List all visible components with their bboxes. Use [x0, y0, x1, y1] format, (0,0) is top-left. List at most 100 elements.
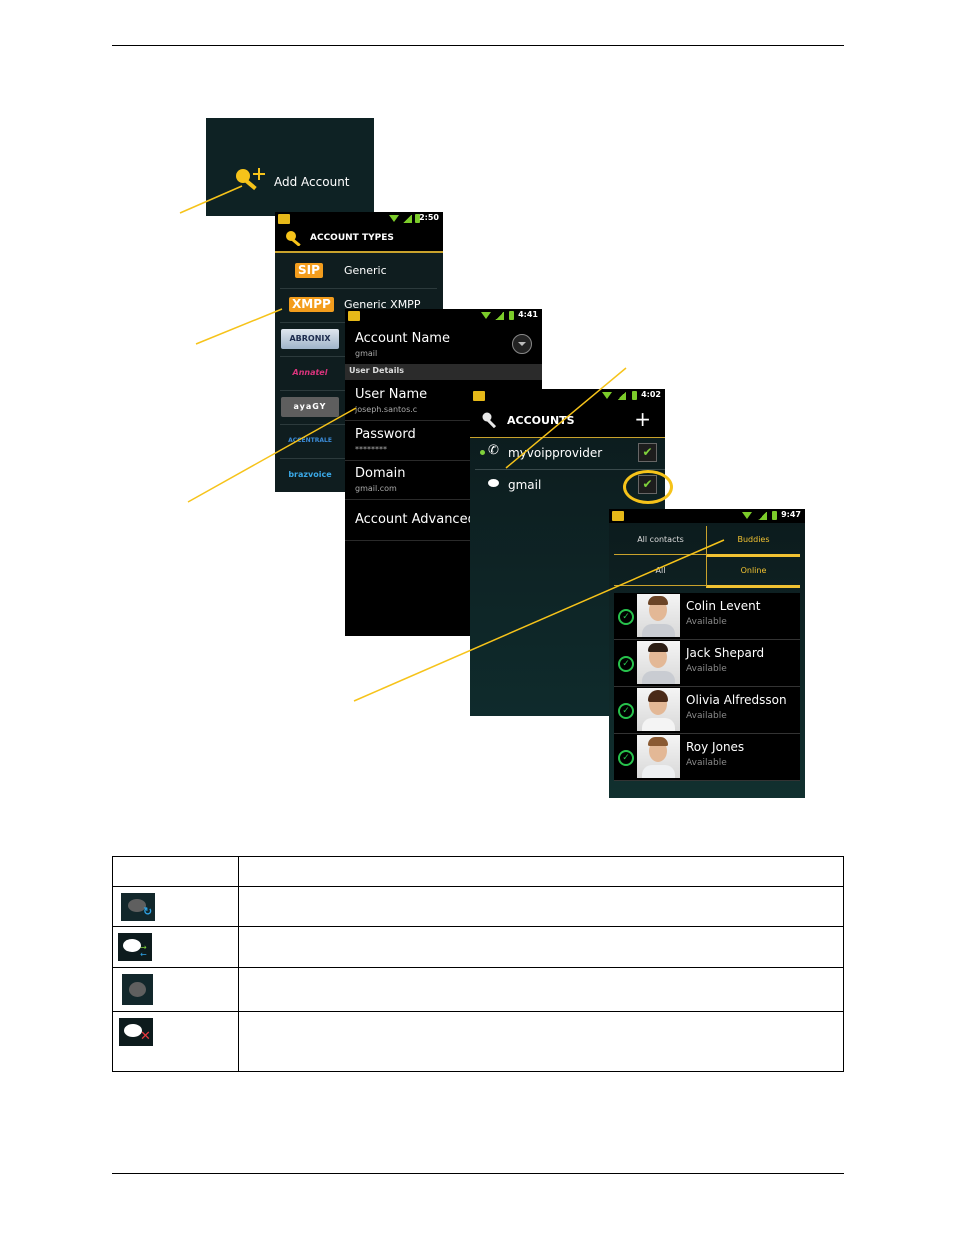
avatar	[637, 735, 680, 778]
account-name: myvoipprovider	[508, 446, 603, 460]
description-cell	[238, 926, 844, 968]
description-cell	[238, 886, 844, 927]
tab-buddies[interactable]: Buddies	[706, 526, 800, 557]
contact-name: Jack Shepard	[686, 646, 765, 660]
account-name: gmail	[508, 478, 542, 492]
phone-icon: ✆	[488, 443, 499, 458]
subtab-online[interactable]: Online	[706, 557, 800, 588]
chat-icon	[488, 479, 499, 487]
footer-rule	[112, 1173, 844, 1174]
icon-cell: ✕	[112, 1011, 239, 1072]
contact-row[interactable]: ✓ Olivia Alfredsson Available	[614, 687, 800, 734]
contact-row[interactable]: ✓ Roy Jones Available	[614, 734, 800, 781]
available-icon: ✓	[618, 703, 634, 719]
table-row: ✕	[112, 1011, 844, 1072]
contacts-panel: 9:47 All contacts Buddies All Online ✓ C…	[609, 509, 805, 798]
wifi-icon	[742, 512, 752, 519]
contact-status: Available	[686, 711, 727, 721]
app-icon	[278, 214, 290, 224]
contact-status: Available	[686, 758, 727, 768]
accounts-title: ACCOUNTS	[507, 414, 575, 427]
username-value: joseph.santos.c	[355, 405, 418, 414]
account-advanced-label: Account Advanced	[355, 512, 476, 527]
available-icon: ✓	[618, 750, 634, 766]
provider-logo: Annatel	[292, 368, 328, 377]
add-account-label[interactable]: Add Account	[274, 175, 350, 189]
description-cell	[238, 1011, 844, 1072]
contact-subtabs: All Online	[614, 557, 800, 588]
header-rule	[112, 45, 844, 46]
password-value: ********	[355, 445, 387, 454]
chat-syncing-icon: ↻	[121, 893, 155, 921]
app-icon	[612, 511, 624, 521]
domain-label: Domain	[355, 466, 406, 481]
icon-cell: → ←	[112, 926, 239, 968]
available-icon: ✓	[618, 609, 634, 625]
status-time: 9:47	[781, 510, 801, 519]
account-row-myvoipprovider[interactable]: ✆ myvoipprovider ✔	[475, 438, 665, 470]
status-bar: 4:02	[470, 389, 665, 403]
tab-all-contacts[interactable]: All contacts	[614, 526, 707, 555]
add-account-panel: Add Account	[206, 118, 374, 216]
avatar	[637, 688, 680, 731]
xmpp-badge: XMPP	[289, 297, 334, 312]
contact-status: Available	[686, 664, 727, 674]
account-name-value: gmail	[355, 349, 378, 358]
callout-line-xmpp	[195, 308, 283, 345]
signal-icon	[495, 312, 504, 320]
status-time: 4:41	[518, 310, 538, 319]
chat-connected-icon: → ←	[118, 933, 152, 961]
icon-cell: ↻	[112, 886, 239, 927]
contact-row[interactable]: ✓ Colin Levent Available	[614, 593, 800, 640]
contact-row[interactable]: ✓ Jack Shepard Available	[614, 640, 800, 687]
chat-disabled-icon	[122, 974, 153, 1005]
status-time: 4:02	[641, 390, 661, 399]
header-cell	[112, 856, 239, 887]
username-label: User Name	[355, 387, 428, 402]
app-icon	[348, 311, 360, 321]
provider-logo: ABRONIX	[281, 329, 339, 349]
sip-badge: SIP	[295, 263, 323, 278]
table-row: → ←	[112, 926, 844, 968]
app-icon	[473, 391, 485, 401]
account-type-sip[interactable]: SIP Generic	[280, 254, 437, 289]
signal-icon	[403, 215, 412, 223]
account-enabled-checkbox[interactable]: ✔	[638, 443, 657, 462]
table-row: ↻	[112, 886, 844, 927]
accounts-header: ACCOUNTS +	[470, 403, 665, 438]
domain-value: gmail.com	[355, 484, 397, 493]
available-icon: ✓	[618, 656, 634, 672]
contact-name: Roy Jones	[686, 740, 745, 754]
account-types-header: ACCOUNT TYPES	[275, 226, 443, 253]
key-icon	[286, 231, 301, 246]
signal-icon	[758, 512, 767, 520]
chat-error-icon: ✕	[119, 1018, 153, 1046]
avatar	[637, 641, 680, 684]
contact-name: Olivia Alfredsson	[686, 693, 787, 707]
table-header-row	[112, 856, 844, 887]
header-cell	[238, 856, 844, 887]
status-time: 2:50	[419, 213, 439, 222]
description-cell	[238, 967, 844, 1012]
status-icon-table: ↻ → ← ✕	[112, 856, 844, 1072]
subtab-all[interactable]: All	[614, 557, 707, 586]
account-types-title: ACCOUNT TYPES	[310, 233, 394, 243]
icon-cell	[112, 967, 239, 1012]
dropdown-icon[interactable]	[512, 334, 532, 354]
online-dot-icon	[480, 450, 485, 455]
battery-icon	[509, 311, 514, 320]
contact-tabs: All contacts Buddies	[614, 526, 800, 557]
contact-name: Colin Levent	[686, 599, 761, 613]
account-type-label: Generic	[344, 264, 387, 277]
key-plus-icon	[236, 168, 265, 191]
status-bar: 4:41	[345, 309, 542, 323]
table-row	[112, 967, 844, 1012]
add-account-button[interactable]: +	[634, 407, 651, 431]
avatar	[637, 594, 680, 637]
battery-icon	[632, 391, 637, 400]
status-bar: 2:50	[275, 212, 443, 226]
user-details-header: User Details	[345, 364, 542, 380]
section-title: User Details	[349, 366, 404, 375]
account-name-row[interactable]: Account Name gmail	[345, 323, 542, 365]
provider-logo: ayaGY	[281, 397, 339, 417]
